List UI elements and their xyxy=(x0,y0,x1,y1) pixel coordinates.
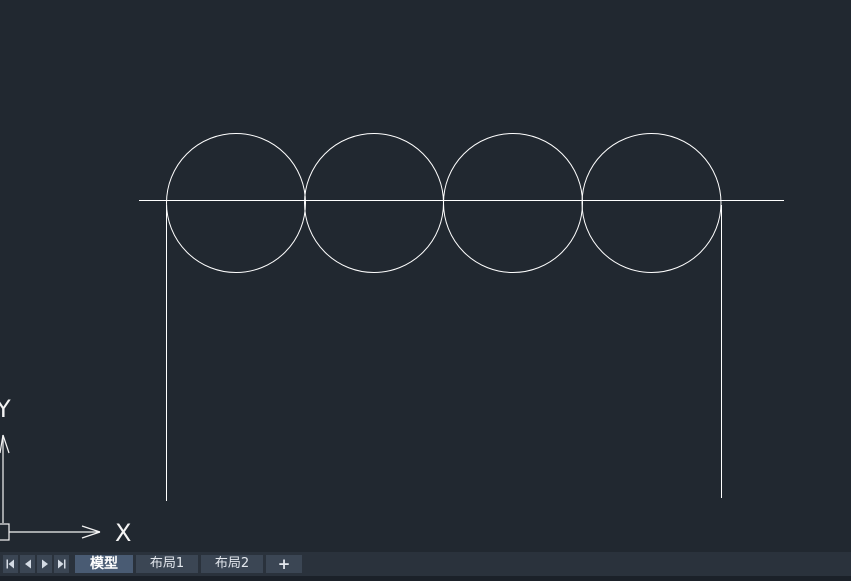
cad-application: X Y 模型 布局1 布局2 + xyxy=(0,0,851,581)
status-bar xyxy=(0,576,851,581)
ucs-y-axis-label: Y xyxy=(0,395,11,423)
triangle-left-icon xyxy=(24,559,31,569)
drawing-circle-4[interactable] xyxy=(581,133,722,273)
tab-model-label: 模型 xyxy=(90,556,118,572)
tab-model[interactable]: 模型 xyxy=(75,555,133,573)
last-layout-button[interactable] xyxy=(54,555,69,573)
add-layout-button[interactable]: + xyxy=(266,555,302,573)
tab-layout1-label: 布局1 xyxy=(149,556,185,571)
tab-layout1[interactable]: 布局1 xyxy=(136,555,198,573)
ucs-x-axis-label: X xyxy=(115,519,132,547)
previous-layout-button[interactable] xyxy=(20,555,35,573)
drawing-circle-3[interactable] xyxy=(443,133,583,273)
next-layout-button[interactable] xyxy=(37,555,52,573)
drawing-circle-1[interactable] xyxy=(166,133,306,273)
tab-layout2-label: 布局2 xyxy=(214,556,250,571)
skip-last-icon xyxy=(58,559,66,569)
tab-layout2[interactable]: 布局2 xyxy=(201,555,263,573)
triangle-right-icon xyxy=(41,559,48,569)
ucs-icon: X Y xyxy=(0,395,140,552)
skip-first-icon xyxy=(6,559,14,569)
layout-tab-bar: 模型 布局1 布局2 + xyxy=(0,552,851,576)
drawing-circle-2[interactable] xyxy=(304,133,444,273)
first-layout-button[interactable] xyxy=(3,555,18,573)
plus-icon: + xyxy=(277,555,291,573)
